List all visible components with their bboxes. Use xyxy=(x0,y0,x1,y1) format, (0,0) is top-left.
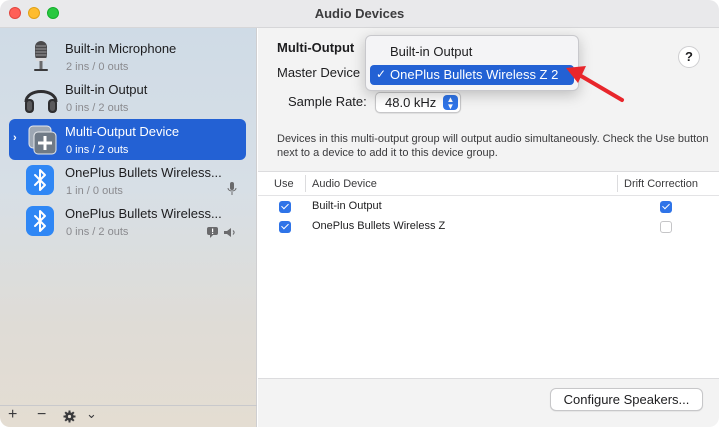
sample-rate-label: Sample Rate: xyxy=(288,94,367,109)
audio-device-name: OnePlus Bullets Wireless Z xyxy=(312,220,446,232)
use-checkbox[interactable] xyxy=(279,201,291,213)
device-sidebar: Built-in Microphone 2 ins / 0 outs Built… xyxy=(0,28,257,427)
sidebar-item-built-in-microphone[interactable]: Built-in Microphone 2 ins / 0 outs xyxy=(9,36,246,77)
title-bar: Audio Devices xyxy=(0,0,719,28)
checkmark-icon: ✓ xyxy=(376,67,387,81)
master-device-label: Master Device xyxy=(277,65,361,80)
sidebar-item-oneplus-input[interactable]: OnePlus Bullets Wireless... 1 in / 0 out… xyxy=(9,160,246,201)
menu-item-label: Built-in Output xyxy=(390,44,473,59)
alert-bubble-icon xyxy=(207,225,218,243)
device-io-count: 2 ins / 0 outs xyxy=(66,61,129,73)
bluetooth-icon xyxy=(26,206,54,236)
menu-item-label: OnePlus Bullets Wireless Z 2 xyxy=(390,67,559,82)
group-description: Devices in this multi-output group will … xyxy=(277,133,709,159)
speaker-icon xyxy=(223,225,237,243)
column-header-audio-device[interactable]: Audio Device xyxy=(312,178,377,190)
sidebar-item-oneplus-output[interactable]: OnePlus Bullets Wireless... 0 ins / 2 ou… xyxy=(9,201,246,242)
device-name: Built-in Output xyxy=(65,82,148,97)
sidebar-toolbar: + − ⌄ xyxy=(0,405,257,427)
menu-item-oneplus-bullets[interactable]: ✓ OnePlus Bullets Wireless Z 2 xyxy=(370,65,574,85)
device-io-count: 0 ins / 2 outs xyxy=(66,226,129,238)
device-name: Built-in Microphone xyxy=(65,41,177,56)
device-table: Use Audio Device Drift Correction Built-… xyxy=(258,171,719,379)
device-name: OnePlus Bullets Wireless... xyxy=(65,206,222,221)
audio-devices-window: Audio Devices Built-in Microphone 2 ins … xyxy=(0,0,719,427)
sidebar-item-multi-output-device[interactable]: › Multi-Output Device 0 ins / 2 outs xyxy=(9,119,246,160)
help-button[interactable]: ? xyxy=(678,46,700,68)
group-title: Multi-Output xyxy=(277,40,355,55)
use-checkbox[interactable] xyxy=(279,221,291,233)
drift-correction-checkbox[interactable] xyxy=(660,221,672,233)
remove-device-button[interactable]: − xyxy=(37,406,46,424)
device-io-count: 1 in / 0 outs xyxy=(66,185,123,197)
drift-correction-checkbox[interactable] xyxy=(660,201,672,213)
headphones-icon xyxy=(23,80,59,116)
sample-rate-popup[interactable]: 48.0 kHz ▲ ▼ xyxy=(375,92,461,113)
multi-output-icon xyxy=(23,122,59,158)
annotation-arrow-icon xyxy=(566,66,624,102)
gear-icon[interactable] xyxy=(63,410,76,427)
device-name: OnePlus Bullets Wireless... xyxy=(65,165,222,180)
menu-item-built-in-output[interactable]: Built-in Output xyxy=(370,42,574,62)
sidebar-item-built-in-output[interactable]: Built-in Output 0 ins / 2 outs xyxy=(9,77,246,118)
microphone-icon xyxy=(23,39,59,75)
device-io-count: 0 ins / 2 outs xyxy=(66,144,129,156)
column-divider xyxy=(617,175,618,192)
header-separator xyxy=(258,195,719,196)
master-device-menu: Built-in Output ✓ OnePlus Bullets Wirele… xyxy=(365,35,579,91)
device-name: Multi-Output Device xyxy=(65,124,180,139)
chevron-down-icon[interactable]: ⌄ xyxy=(86,406,97,422)
configure-speakers-button[interactable]: Configure Speakers... xyxy=(550,388,703,411)
chevron-up-down-icon: ▲ ▼ xyxy=(443,95,458,111)
window-title: Audio Devices xyxy=(314,6,405,21)
disclosure-chevron-icon[interactable]: › xyxy=(13,132,17,144)
add-device-button[interactable]: + xyxy=(8,406,17,424)
column-header-use[interactable]: Use xyxy=(274,178,294,190)
sample-rate-value: 48.0 kHz xyxy=(385,95,437,110)
device-io-count: 0 ins / 2 outs xyxy=(66,102,129,114)
bluetooth-icon xyxy=(26,165,54,195)
column-header-drift-correction[interactable]: Drift Correction xyxy=(624,178,698,190)
column-divider xyxy=(305,175,306,192)
audio-device-name: Built-in Output xyxy=(312,200,382,212)
microphone-small-icon xyxy=(227,182,237,201)
